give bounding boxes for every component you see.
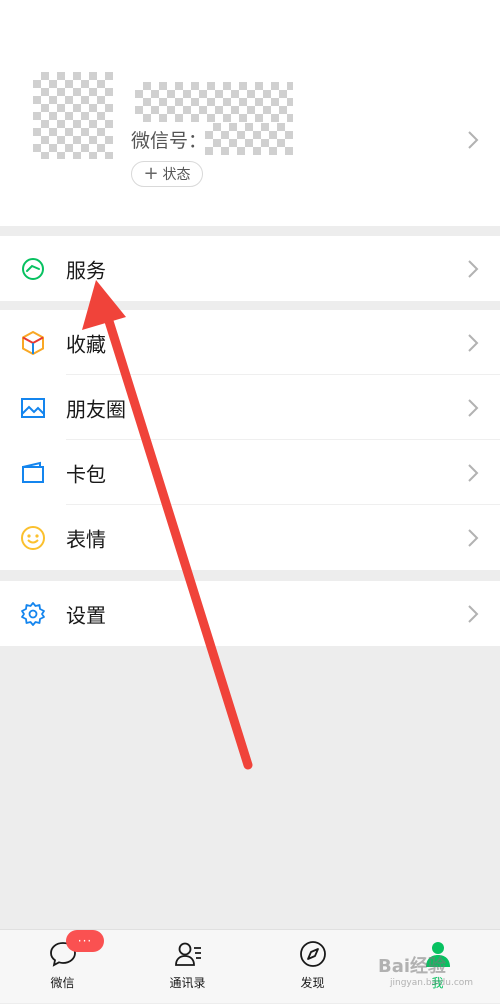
nickname-redacted bbox=[135, 82, 293, 122]
menu-item-label: 卡包 bbox=[66, 462, 106, 486]
status-button-label: 状态 bbox=[162, 167, 191, 183]
menu-item-label: 表情 bbox=[66, 527, 106, 551]
chevron-right-icon bbox=[466, 129, 480, 151]
status-button[interactable]: + 状态 bbox=[131, 161, 203, 187]
tab-contacts[interactable]: 通讯录 bbox=[125, 930, 250, 1004]
settings-gear-icon bbox=[20, 601, 46, 627]
moments-photo-icon bbox=[20, 395, 46, 421]
menu-item-label: 收藏 bbox=[66, 332, 106, 356]
main-menu-group: 收藏 朋友圈 卡包 表情 bbox=[0, 310, 500, 570]
chevron-right-icon bbox=[466, 397, 480, 419]
tab-label: 微信 bbox=[50, 976, 75, 990]
compass-icon bbox=[298, 939, 328, 969]
service-group: 服务 bbox=[0, 236, 500, 301]
menu-item-cards[interactable]: 卡包 bbox=[0, 440, 500, 505]
menu-item-label: 设置 bbox=[66, 603, 106, 627]
plus-icon: + bbox=[143, 163, 159, 184]
wechat-id-label: 微信号： bbox=[131, 130, 208, 152]
card-wallet-icon bbox=[20, 460, 46, 486]
unread-badge: ··· bbox=[66, 930, 104, 952]
sticker-smiley-icon bbox=[20, 525, 46, 551]
chevron-right-icon bbox=[466, 462, 480, 484]
chevron-right-icon bbox=[466, 603, 480, 625]
chevron-right-icon bbox=[466, 258, 480, 280]
avatar[interactable] bbox=[33, 72, 113, 159]
tab-discover[interactable]: 发现 bbox=[250, 930, 375, 1004]
wechat-id-redacted bbox=[205, 123, 293, 155]
watermark: Bai经验 bbox=[378, 956, 447, 977]
favorites-cube-icon bbox=[20, 330, 46, 356]
tab-label: 通讯录 bbox=[169, 976, 206, 990]
menu-item-stickers[interactable]: 表情 bbox=[0, 505, 500, 570]
chevron-right-icon bbox=[466, 332, 480, 354]
menu-item-favorites[interactable]: 收藏 bbox=[0, 310, 500, 375]
tab-label: 发现 bbox=[300, 976, 325, 990]
menu-item-service[interactable]: 服务 bbox=[0, 236, 500, 301]
chevron-right-icon bbox=[466, 527, 480, 549]
menu-item-moments[interactable]: 朋友圈 bbox=[0, 375, 500, 440]
settings-group: 设置 bbox=[0, 581, 500, 646]
tab-chats[interactable]: 微信 bbox=[0, 930, 125, 1004]
menu-item-label: 朋友圈 bbox=[66, 397, 126, 421]
watermark-url: jingyan.baidu.com bbox=[390, 978, 474, 988]
service-wallet-icon bbox=[20, 256, 46, 282]
menu-item-label: 服务 bbox=[66, 258, 106, 282]
menu-item-settings[interactable]: 设置 bbox=[0, 581, 500, 646]
contacts-person-icon bbox=[173, 939, 203, 969]
profile-card[interactable]: 微信号： + 状态 bbox=[0, 0, 500, 226]
